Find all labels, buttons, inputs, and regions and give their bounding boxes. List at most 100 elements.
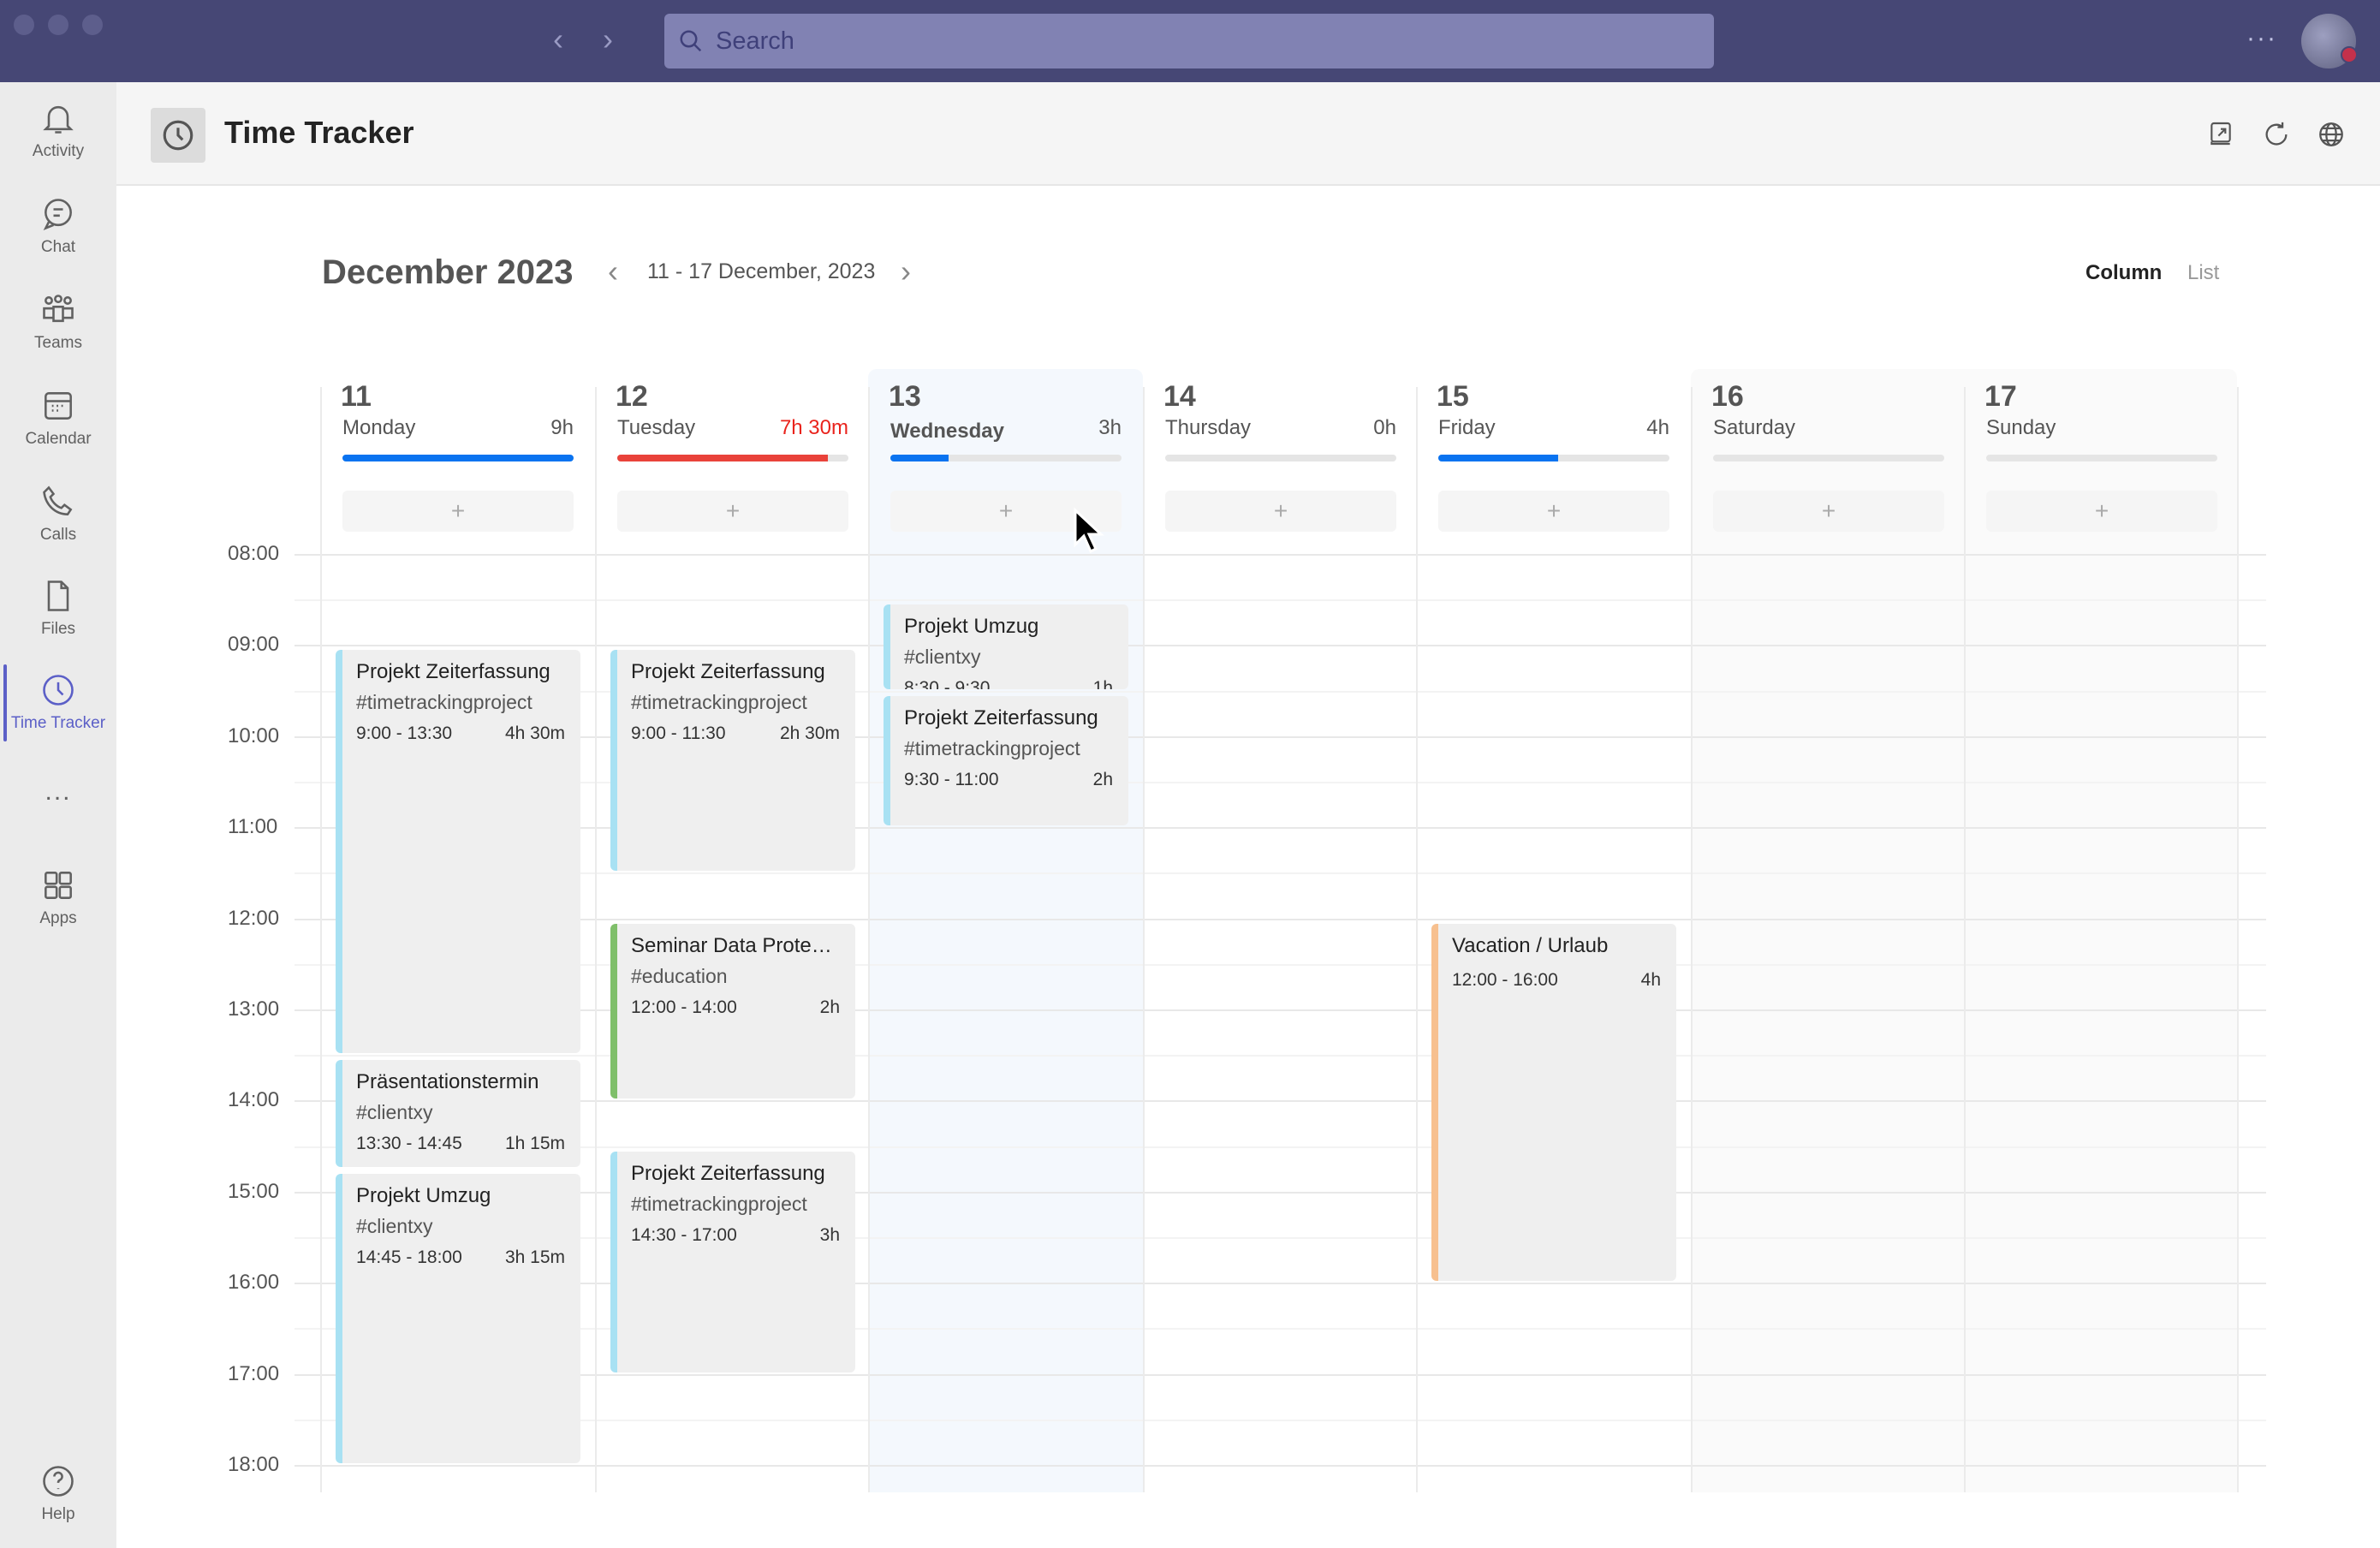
sidebar-item-label: Time Tracker — [10, 714, 106, 732]
sidebar-item-help[interactable]: Help — [0, 1462, 116, 1524]
teams-icon — [43, 295, 74, 323]
sidebar-item-time-tracker[interactable]: Time Tracker — [0, 664, 116, 741]
globe-icon[interactable] — [2317, 120, 2346, 149]
more-icon[interactable]: ··· — [2246, 24, 2277, 53]
entry-time: 8:30 - 9:30 — [904, 678, 991, 689]
add-entry-button[interactable]: + — [342, 491, 574, 532]
entry-tag: #timetrackingproject — [356, 691, 533, 714]
sidebar-item-activity[interactable]: Activity — [0, 99, 116, 161]
hour-line — [295, 735, 2266, 738]
hour-label: 08:00 — [228, 542, 280, 565]
sidebar-item-files[interactable]: Files — [0, 577, 116, 639]
hour-label: 14:00 — [228, 1088, 280, 1112]
half-hour-line — [295, 963, 2266, 966]
bell-icon — [43, 105, 74, 134]
day-name: Thursday — [1165, 416, 1252, 439]
day-total: 0h — [1373, 416, 1396, 439]
entry-duration: 4h — [1640, 969, 1661, 990]
back-arrow-icon[interactable]: ‹ — [553, 22, 563, 57]
sidebar-item-teams[interactable]: Teams — [0, 291, 116, 353]
next-week-button[interactable]: › — [901, 253, 911, 289]
column-divider — [595, 387, 597, 1492]
add-entry-button[interactable]: + — [617, 491, 848, 532]
time-entry[interactable]: Projekt Zeiterfassung #timetrackingproje… — [884, 695, 1128, 826]
entry-tag: #education — [631, 964, 728, 987]
search-icon — [680, 30, 702, 52]
chat-icon — [43, 199, 72, 230]
day-progress-bar — [890, 455, 1122, 461]
day-number: 15 — [1437, 380, 1469, 413]
time-entry[interactable]: Präsentationstermin #clientxy 13:30 - 14… — [336, 1060, 580, 1168]
help-icon — [43, 1466, 74, 1497]
view-list-tab[interactable]: List — [2187, 261, 2219, 285]
more-apps-button[interactable]: ... — [0, 777, 116, 807]
avatar[interactable] — [2301, 14, 2358, 68]
day-progress-fill — [342, 455, 574, 461]
day-name: Friday — [1438, 416, 1496, 439]
add-entry-button[interactable]: + — [1165, 491, 1396, 532]
phone-icon — [43, 485, 73, 515]
hour-line — [295, 645, 2266, 647]
entry-time: 9:00 - 13:30 — [356, 723, 453, 744]
clock-icon — [43, 675, 74, 706]
sidebar-item-chat[interactable]: Chat — [0, 195, 116, 257]
time-entry[interactable]: Projekt Zeiterfassung #timetrackingproje… — [610, 650, 855, 872]
day-number: 12 — [616, 380, 648, 413]
day-progress-fill — [1438, 455, 1559, 461]
time-entry[interactable]: Vacation / Urlaub 12:00 - 16:00 4h — [1431, 923, 1676, 1282]
column-divider — [1964, 387, 1966, 1492]
time-entry[interactable]: Projekt Zeiterfassung #timetrackingproje… — [336, 650, 580, 1054]
time-entry[interactable]: Seminar Data Protection #education 12:00… — [610, 923, 855, 1099]
entry-tag: #timetrackingproject — [631, 1192, 807, 1215]
hour-label: 13:00 — [228, 997, 280, 1021]
app-header: Time Tracker — [116, 82, 2380, 186]
previous-week-button[interactable]: ‹ — [608, 253, 618, 289]
column-divider — [2237, 387, 2239, 1492]
forward-arrow-icon[interactable]: › — [603, 22, 613, 57]
day-progress-fill — [617, 455, 828, 461]
window-minimize-button[interactable] — [48, 15, 68, 35]
entry-time: 12:00 - 14:00 — [631, 997, 737, 1017]
column-divider — [1143, 387, 1145, 1492]
add-entry-button[interactable]: + — [1713, 491, 1944, 532]
day-name: Wednesday — [890, 420, 1004, 443]
half-hour-line — [295, 872, 2266, 875]
sidebar-item-calls[interactable]: Calls — [0, 483, 116, 545]
sidebar-item-label: Activity — [32, 142, 85, 160]
entry-title: Projekt Zeiterfassung — [356, 660, 550, 684]
sidebar: Activity Chat Teams Calendar Calls Files Time … — [0, 82, 116, 1548]
day-progress-bar — [1438, 455, 1669, 461]
time-entry[interactable]: Projekt Zeiterfassung #timetrackingproje… — [610, 1151, 855, 1372]
view-column-tab[interactable]: Column — [2085, 261, 2162, 285]
add-entry-button[interactable]: + — [1986, 491, 2217, 532]
add-entry-button[interactable]: + — [1438, 491, 1669, 532]
entry-duration: 2h 30m — [779, 723, 840, 744]
day-progress-bar — [1713, 455, 1944, 461]
entry-time: 13:30 - 14:45 — [356, 1134, 462, 1154]
sidebar-item-apps[interactable]: Apps — [0, 866, 116, 928]
day-total: 9h — [550, 416, 574, 439]
entry-time: 14:45 - 18:00 — [356, 1247, 462, 1268]
month-title: December 2023 — [322, 253, 574, 291]
search-input[interactable]: Search — [664, 14, 1714, 68]
day-progress-bar — [1165, 455, 1396, 461]
sidebar-item-label: Calendar — [25, 430, 92, 448]
apps-icon — [45, 872, 72, 899]
entry-tag: #timetrackingproject — [631, 691, 807, 714]
hour-line — [295, 554, 2266, 556]
entry-duration: 4h 30m — [504, 723, 565, 744]
popout-icon[interactable] — [2207, 120, 2234, 147]
refresh-icon[interactable] — [2262, 120, 2291, 149]
time-entry[interactable]: Projekt Umzug #clientxy 14:45 - 18:00 3h … — [336, 1174, 580, 1463]
window-close-button[interactable] — [14, 15, 34, 35]
sidebar-item-calendar[interactable]: Calendar — [0, 387, 116, 449]
entry-title: Projekt Umzug — [356, 1184, 491, 1208]
entry-tag: #clientxy — [356, 1215, 433, 1238]
entry-duration: 3h — [819, 1224, 840, 1245]
entry-duration: 3h 15m — [504, 1247, 565, 1268]
time-entry[interactable]: Projekt Umzug #clientxy 8:30 - 9:30 1h — [884, 604, 1128, 689]
page-title: Time Tracker — [224, 115, 414, 150]
entry-tag: #timetrackingproject — [904, 736, 1080, 759]
window-zoom-button[interactable] — [82, 15, 103, 35]
column-divider — [1416, 387, 1418, 1492]
